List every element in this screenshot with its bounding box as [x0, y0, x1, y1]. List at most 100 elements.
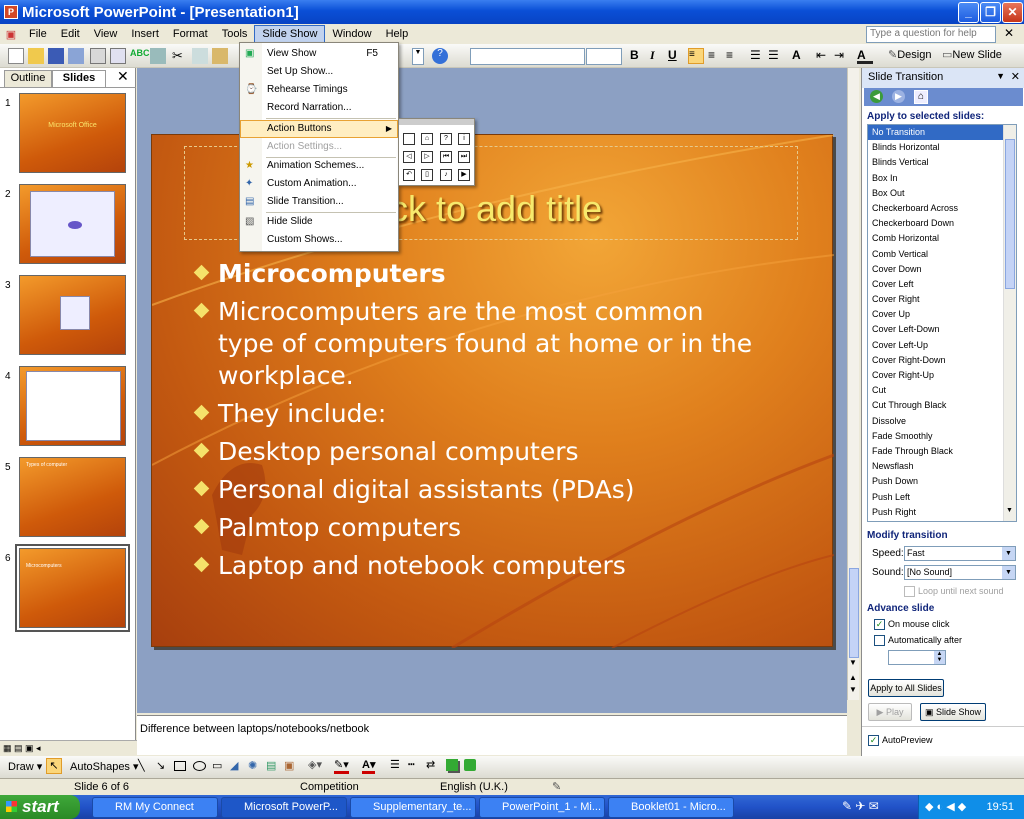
action-forward-icon[interactable]: ▷: [421, 151, 433, 163]
design-button[interactable]: ✎Design: [888, 48, 938, 64]
dash-style-icon[interactable]: ┅: [408, 758, 415, 771]
transition-item[interactable]: Checkerboard Down: [868, 216, 1016, 231]
transition-item[interactable]: Fade Smoothly: [868, 429, 1016, 444]
font-combo[interactable]: [470, 48, 585, 65]
transition-item[interactable]: Cut: [868, 383, 1016, 398]
loop-checkbox[interactable]: [904, 586, 915, 597]
transition-item[interactable]: No Transition: [868, 125, 1016, 141]
bullets-icon[interactable]: ☰: [768, 48, 784, 64]
menu-format[interactable]: Format: [166, 25, 215, 43]
line-style-icon[interactable]: ☰: [390, 758, 400, 771]
action-movie-icon[interactable]: ▶: [458, 169, 470, 181]
forward-icon[interactable]: ▶: [892, 90, 905, 103]
taskbar-item[interactable]: Supplementary_te...: [350, 797, 476, 818]
transition-item[interactable]: Cover Left: [868, 277, 1016, 292]
next-slide-icon[interactable]: ▼: [849, 685, 857, 694]
font-size-combo[interactable]: [586, 48, 622, 65]
transition-item[interactable]: Blinds Vertical: [868, 155, 1016, 170]
align-right-icon[interactable]: ≡: [726, 48, 742, 64]
slide-thumbnail-3[interactable]: [19, 275, 126, 355]
quick-launch-icons[interactable]: ✎ ✈ ✉: [842, 799, 879, 813]
close-pane-icon[interactable]: ✕: [117, 68, 129, 85]
scroll-down-icon[interactable]: ▼: [1006, 507, 1013, 514]
transition-item[interactable]: Push Right: [868, 505, 1016, 520]
spelling-icon[interactable]: ABC: [130, 48, 150, 64]
menu-view-show[interactable]: ▣ View Show F5: [240, 45, 398, 63]
slide-thumbnail-6[interactable]: Microcomputers: [15, 544, 130, 632]
picture-icon[interactable]: ▣: [284, 759, 294, 772]
print-icon[interactable]: [90, 48, 106, 64]
tab-outline[interactable]: Outline: [4, 70, 52, 87]
open-icon[interactable]: [28, 48, 44, 64]
tab-slides[interactable]: Slides: [52, 70, 106, 87]
taskbar-item[interactable]: PowerPoint_1 - Mi...: [479, 797, 605, 818]
transition-item[interactable]: Push Left: [868, 490, 1016, 505]
vertical-scrollbar[interactable]: ▼ ▲ ▼: [847, 68, 859, 700]
transition-item[interactable]: Dissolve: [868, 414, 1016, 429]
taskbar-item[interactable]: Booklet01 - Micro...: [608, 797, 734, 818]
menu-record-narration[interactable]: Record Narration...: [240, 99, 398, 117]
notes-pane[interactable]: Difference between laptops/notebooks/net…: [137, 715, 847, 755]
scroll-thumb[interactable]: [1005, 139, 1015, 289]
transition-item[interactable]: Comb Horizontal: [868, 231, 1016, 246]
menu-slide-show[interactable]: Slide Show: [254, 25, 326, 43]
task-pane-menu-icon[interactable]: ▼: [996, 71, 1005, 81]
action-return-icon[interactable]: ↶: [403, 169, 415, 181]
transition-item[interactable]: Newsflash: [868, 459, 1016, 474]
transition-item[interactable]: Cover Up: [868, 307, 1016, 322]
align-center-icon[interactable]: ≡: [708, 48, 724, 64]
auto-advance-time-input[interactable]: ▲ ▼: [888, 650, 946, 665]
close-button[interactable]: ✕: [1002, 2, 1023, 23]
menu-edit[interactable]: Edit: [54, 25, 87, 43]
permission-icon[interactable]: [68, 48, 84, 64]
home-icon[interactable]: ⌂: [914, 90, 928, 104]
rectangle-icon[interactable]: [174, 761, 186, 771]
increase-indent-icon[interactable]: ⇥: [834, 48, 850, 64]
copy-icon[interactable]: [192, 48, 208, 64]
menu-help[interactable]: Help: [379, 25, 416, 43]
transition-item[interactable]: Checkerboard Across: [868, 201, 1016, 216]
action-info-icon[interactable]: i: [458, 133, 470, 145]
action-custom-icon[interactable]: [403, 133, 415, 145]
arrow-style-icon[interactable]: ⇄: [426, 758, 435, 771]
spelling-status-icon[interactable]: ✎: [552, 780, 561, 793]
auto-advance-checkbox[interactable]: [874, 635, 885, 646]
document-icon[interactable]: ▣: [0, 28, 22, 41]
shadow-style-icon[interactable]: [446, 759, 458, 771]
clipart-icon[interactable]: ▤: [266, 759, 276, 772]
cut-icon[interactable]: ✂: [172, 48, 188, 64]
font-color-icon[interactable]: A▾: [362, 758, 376, 774]
transition-item[interactable]: Cut Through Black: [868, 398, 1016, 413]
speed-select[interactable]: Fast ▼: [904, 546, 1016, 561]
help-search-input[interactable]: Type a question for help: [866, 26, 996, 43]
start-button[interactable]: start: [0, 795, 80, 819]
transition-item[interactable]: Cover Left-Down: [868, 322, 1016, 337]
menu-view[interactable]: View: [87, 25, 125, 43]
draw-menu[interactable]: Draw ▾: [8, 760, 42, 773]
menu-file[interactable]: File: [22, 25, 54, 43]
menu-slide-transition[interactable]: ▤ Slide Transition...: [240, 193, 398, 211]
menu-custom-shows[interactable]: Custom Shows...: [240, 231, 398, 249]
back-icon[interactable]: ◀: [870, 90, 883, 103]
transition-item[interactable]: Box Out: [868, 186, 1016, 201]
bold-icon[interactable]: B: [630, 48, 646, 64]
action-end-icon[interactable]: ⏭: [458, 151, 470, 163]
help-icon[interactable]: ?: [432, 48, 448, 64]
spin-icon[interactable]: ▲ ▼: [934, 651, 945, 664]
apply-to-all-slides-button[interactable]: Apply to All Slides: [868, 679, 944, 697]
arrow-icon[interactable]: ↘: [156, 759, 165, 772]
new-icon[interactable]: [8, 48, 24, 64]
select-pointer-icon[interactable]: ↖: [46, 758, 62, 774]
close-document-icon[interactable]: ✕: [1004, 26, 1014, 40]
task-pane-close-icon[interactable]: ✕: [1011, 70, 1020, 83]
action-help-icon[interactable]: ?: [440, 133, 452, 145]
underline-icon[interactable]: U: [668, 48, 684, 64]
menu-insert[interactable]: Insert: [124, 25, 166, 43]
autopreview-checkbox[interactable]: ✓: [868, 735, 879, 746]
transition-item[interactable]: Cover Down: [868, 262, 1016, 277]
align-left-icon[interactable]: ≡: [688, 48, 704, 64]
zoom-dropdown[interactable]: ▼: [412, 48, 424, 65]
new-slide-button[interactable]: ▭New Slide: [942, 48, 1006, 64]
paste-icon[interactable]: [212, 48, 228, 64]
transition-item[interactable]: Cover Right: [868, 292, 1016, 307]
